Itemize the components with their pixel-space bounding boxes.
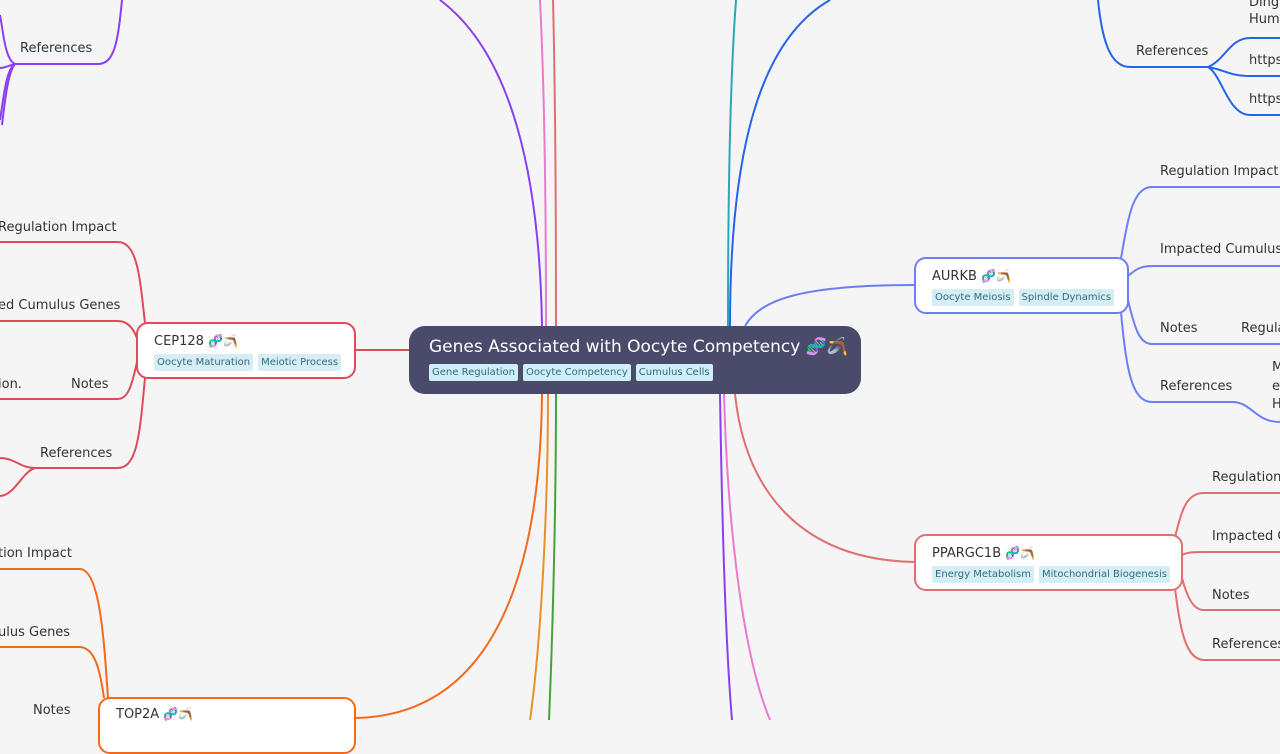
top2a-title: TOP2A 🧬🪃 (116, 705, 338, 724)
label-regulation-impact[interactable]: Regulation Impact (1160, 164, 1279, 180)
label-regulation-impact[interactable]: Regulation (1212, 470, 1280, 486)
edge-blue-top (729, 0, 831, 327)
edge-top2a-impacted (0, 646, 105, 699)
label-references[interactable]: References (1212, 637, 1280, 653)
edge-teal-top (727, 0, 737, 327)
dna-boomerang-icon: 🧬🪃 (208, 334, 238, 348)
edge-amber-bottom (529, 393, 549, 720)
edge-salmon-top (552, 0, 557, 327)
label-notes[interactable]: Notes (1160, 321, 1198, 337)
node-top2a[interactable]: TOP2A 🧬🪃 (98, 697, 356, 754)
label-references[interactable]: References (1160, 379, 1232, 395)
label-ref-text: M (1272, 360, 1280, 375)
edge-pink-bottom (723, 393, 771, 720)
aurkb-title-text: AURKB (932, 269, 977, 284)
label-impacted-cumulus-genes[interactable]: ulus Genes (0, 625, 70, 641)
tag-meiotic-process[interactable]: Meiotic Process (258, 354, 342, 371)
ppargc1b-title-text: PPARGC1B (932, 546, 1002, 561)
root-node[interactable]: Genes Associated with Oocyte Competency … (409, 326, 861, 394)
tag-cumulus-cells[interactable]: Cumulus Cells (635, 364, 713, 381)
edge-purple-top (439, 0, 543, 327)
tag-spindle-dynamics[interactable]: Spindle Dynamics (1018, 289, 1115, 306)
label-impacted-cumulus-genes[interactable]: ed Cumulus Genes (0, 298, 120, 314)
label-ref-text: ea (1272, 379, 1280, 394)
label-impacted-cumulus-genes[interactable]: Impacted Cumulus G (1160, 242, 1280, 258)
label-notes[interactable]: Notes (71, 377, 109, 393)
edge-root-aurkb (744, 284, 916, 327)
label-ref-text: Huma (1249, 12, 1280, 27)
label-notes-text: ion. (0, 377, 22, 392)
edge-cep-impacted (0, 320, 138, 339)
link-https[interactable]: https (1249, 92, 1280, 108)
edge-root-ppargc1b (734, 393, 916, 563)
node-ppargc1b[interactable]: PPARGC1B 🧬🪃 Energy Metabolism Mitochondr… (914, 534, 1183, 591)
edge-tl-ref-a (0, 14, 16, 65)
edge-tl-ref-c (0, 63, 16, 121)
dna-boomerang-icon: 🧬🪃 (1005, 546, 1036, 560)
aurkb-tags: Oocyte Meiosis Spindle Dynamics (932, 289, 1115, 306)
tag-oocyte-maturation[interactable]: Oocyte Maturation (154, 354, 254, 371)
cep128-title-text: CEP128 (154, 334, 204, 349)
root-tags: Gene Regulation Oocyte Competency Cumulu… (429, 364, 841, 381)
root-title-text: Genes Associated with Oocyte Competency (429, 337, 801, 357)
label-regulation-impact[interactable]: tion Impact (0, 546, 72, 562)
cep128-tags: Oocyte Maturation Meiotic Process (154, 354, 342, 371)
tag-mitochondrial-biogenesis[interactable]: Mitochondrial Biogenesis (1039, 566, 1171, 583)
dna-boomerang-icon: 🧬🪃 (163, 707, 194, 721)
root-title: Genes Associated with Oocyte Competency … (429, 335, 848, 359)
edge-orange-bottom (355, 393, 543, 719)
tag-energy-metabolism[interactable]: Energy Metabolism (932, 566, 1034, 583)
tag-oocyte-competency[interactable]: Oocyte Competency (522, 364, 631, 381)
edge-pp-impacted (1181, 551, 1280, 556)
label-ref-text: Ding, (1249, 0, 1280, 10)
cep128-title: CEP128 🧬🪃 (154, 332, 338, 351)
label-notes[interactable]: Notes (33, 703, 71, 719)
edge-cep-ref-a (0, 457, 36, 469)
label-impacted-cumulus-genes[interactable]: Impacted C (1212, 529, 1280, 545)
node-aurkb[interactable]: AURKB 🧬🪃 Oocyte Meiosis Spindle Dynamics (914, 257, 1129, 314)
aurkb-title: AURKB 🧬🪃 (932, 267, 1111, 286)
label-references[interactable]: References (40, 446, 112, 462)
ppargc1b-title: PPARGC1B 🧬🪃 (932, 544, 1165, 563)
label-notes-text: Regula (1241, 321, 1280, 336)
label-notes[interactable]: Notes (1212, 588, 1250, 604)
link-https[interactable]: https (1249, 53, 1280, 69)
label-references[interactable]: References (20, 41, 92, 57)
label-ref-text: H (1272, 397, 1280, 412)
tag-gene-regulation[interactable]: Gene Regulation (429, 364, 518, 381)
ppargc1b-tags: Energy Metabolism Mitochondrial Biogenes… (932, 566, 1171, 583)
edge-green-bottom (548, 393, 557, 720)
dna-boomerang-icon: 🧬🪃 (981, 269, 1011, 283)
edge-cep-ref-b (0, 467, 36, 497)
label-references[interactable]: References (1136, 44, 1208, 60)
node-cep128[interactable]: CEP128 🧬🪃 Oocyte Maturation Meiotic Proc… (136, 322, 356, 379)
label-regulation-impact[interactable]: Regulation Impact (0, 220, 117, 236)
dna-boomerang-icon: 🧬🪃 (805, 337, 849, 357)
tag-oocyte-meiosis[interactable]: Oocyte Meiosis (932, 289, 1014, 306)
edge-aurkb-impacted (1127, 265, 1280, 277)
